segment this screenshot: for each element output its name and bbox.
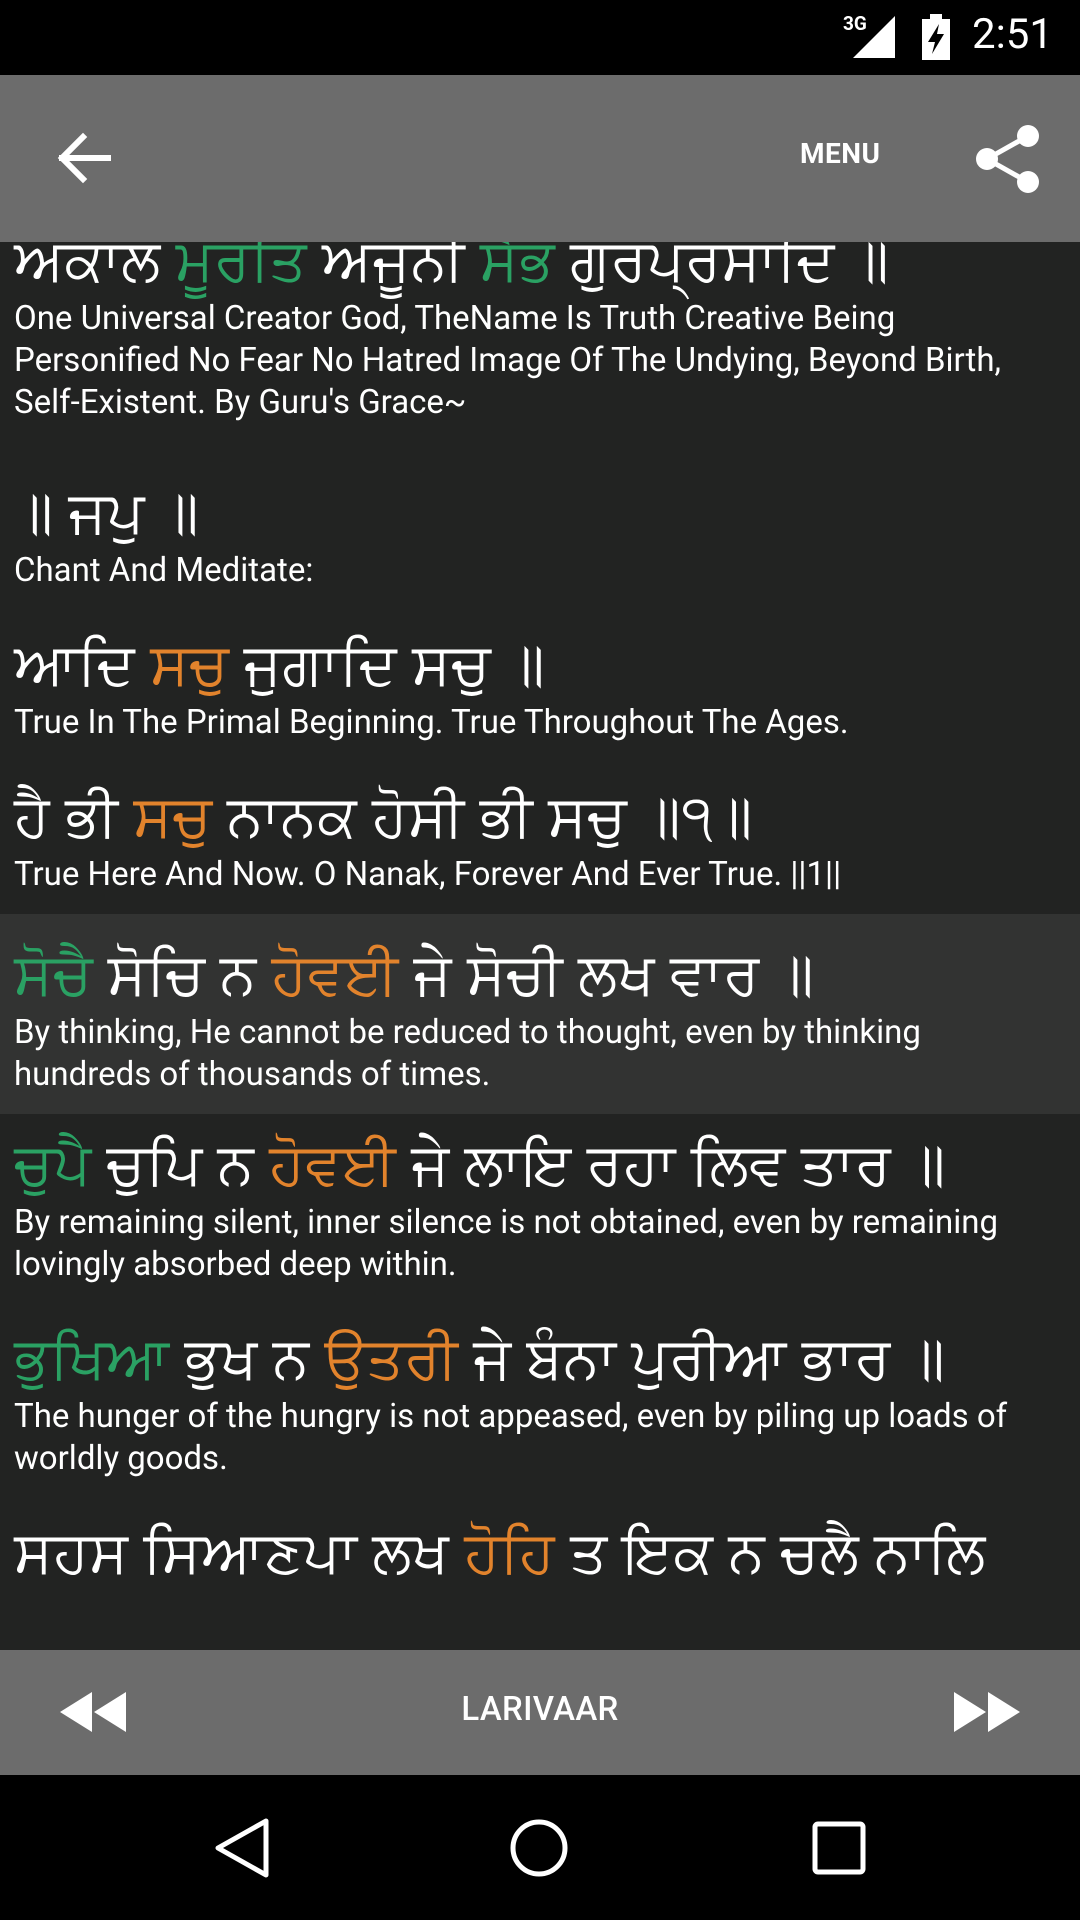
verse-item[interactable]: ਸਹਸ ਸਿਆਣਪਾ ਲਖ ਹੋਹਿ ਤ ਇਕ ਨ ਚਲੈ ਨਾਲਿ [0,1502,1080,1590]
gurmukhi-line: ਅਕਾਲ ਮੂਰਤਿ ਅਜੂਨੀ ਸੈਭੰ ਗੁਰਪ੍ਰਸਾਦਿ ॥ [14,242,1066,298]
translation-text: The hunger of the hungry is not appeased… [14,1397,1008,1478]
nav-home-icon[interactable] [506,1815,572,1881]
gurmukhi-word-green: ਮੂਰਤਿ [175,242,308,295]
larivaar-button[interactable]: LARIVAAR [0,1690,1080,1729]
translation-text: By thinking, He cannot be reduced to tho… [14,1013,921,1094]
gurmukhi-line: ਭੁਖਿਆ ਭੁਖ ਨ ਉਤਰੀ ਜੇ ਬੰਨਾ ਪੁਰੀਆ ਭਾਰ ॥ [14,1308,1066,1396]
gurmukhi-word: ਅਜੂਨੀ [307,242,480,295]
verse-item[interactable]: ਚੁਪੈ ਚੁਪਿ ਨ ਹੋਵਈ ਜੇ ਲਾਇ ਰਹਾ ਲਿਵ ਤਾਰ ॥ By … [0,1114,1080,1308]
gurmukhi-word: ਜੇ ਸੋਚੀ ਲਖ ਵਾਰ ॥ [398,941,815,1009]
gurmukhi-word: ਚੁਪਿ ਨ [91,1131,270,1199]
gurmukhi-line: ਚੁਪੈ ਚੁਪਿ ਨ ਹੋਵਈ ਜੇ ਲਾਇ ਰਹਾ ਲਿਵ ਤਾਰ ॥ [14,1114,1066,1202]
verse-item[interactable]: ਹੈ ਭੀ ਸਚੁ ਨਾਨਕ ਹੋਸੀ ਭੀ ਸਚੁ ॥੧॥ True Here … [0,766,1080,914]
system-nav-bar [0,1775,1080,1920]
nav-back-icon[interactable] [210,1815,276,1881]
gurmukhi-word: ਜੇ ਬੰਨਾ ਪੁਰੀਆ ਭਾਰ ॥ [458,1325,946,1393]
translation-text: Chant And Meditate: [14,551,314,590]
bani-content-list[interactable]: ਅਕਾਲ ਮੂਰਤਿ ਅਜੂਨੀ ਸੈਭੰ ਗੁਰਪ੍ਰਸਾਦਿ ॥ One Un… [0,242,1080,1650]
verse-item[interactable]: ॥ ਜਪੁ ॥ Chant And Meditate: [0,462,1080,614]
gurmukhi-line: ॥ ਜਪੁ ॥ [14,462,1066,550]
verse-item[interactable]: ਭੁਖਿਆ ਭੁਖ ਨ ਉਤਰੀ ਜੇ ਬੰਨਾ ਪੁਰੀਆ ਭਾਰ ॥ The … [0,1308,1080,1502]
translation-text: By remaining silent, inner silence is no… [14,1203,999,1284]
gurmukhi-word: ਭੁਖ ਨ [169,1325,325,1393]
arrow-left-icon[interactable] [50,123,120,193]
gurmukhi-word-orange: ਉਤਰੀ [324,1325,459,1393]
verse-item[interactable]: ਆਦਿ ਸਚੁ ਜੁਗਾਦਿ ਸਚੁ ॥ True In The Primal B… [0,614,1080,766]
gurmukhi-word: ਹੈ ਭੀ [14,783,134,851]
gurmukhi-line: ਸਹਸ ਸਿਆਣਪਾ ਲਖ ਹੋਹਿ ਤ ਇਕ ਨ ਚਲੈ ਨਾਲਿ [14,1502,1066,1590]
gurmukhi-word-green: ਸੋਚੈ [14,941,93,1009]
gurmukhi-word: ਅਕਾਲ [14,242,176,295]
gurmukhi-line: ਆਦਿ ਸਚੁ ਜੁਗਾਦਿ ਸਚੁ ॥ [14,614,1066,702]
gurmukhi-word-orange: ਹੋਵਈ [269,1131,397,1199]
gurmukhi-word-orange: ਸਚੁ [150,631,229,699]
signal-icon [853,16,895,58]
verse-item[interactable]: ਸੋਚੈ ਸੋਚਿ ਨ ਹੋਵਈ ਜੇ ਸੋਚੀ ਲਖ ਵਾਰ ॥ By thin… [0,914,1080,1114]
app-toolbar: MENU [0,75,1080,242]
gurmukhi-word: ਗੁਰਪ੍ਰਸਾਦਿ ॥ [554,242,890,295]
gurmukhi-word: ਤ ਇਕ ਨ ਚਲੈ ਨਾਲਿ [555,1519,986,1587]
gurmukhi-word-orange: ਸਚੁ [133,783,213,851]
gurmukhi-word-green: ਭੁਖਿਆ [14,1325,170,1393]
share-icon[interactable] [972,123,1044,195]
gurmukhi-line: ਹੈ ਭੀ ਸਚੁ ਨਾਨਕ ਹੋਸੀ ਭੀ ਸਚੁ ॥੧॥ [14,766,1066,854]
translation-text: True In The Primal Beginning. True Throu… [14,703,849,742]
gurmukhi-line: ਸੋਚੈ ਸੋਚਿ ਨ ਹੋਵਈ ਜੇ ਸੋਚੀ ਲਖ ਵਾਰ ॥ [14,924,1066,1012]
battery-charging-icon [922,14,950,60]
translation-text: One Universal Creator God, TheName Is Tr… [14,299,1002,422]
verse-item[interactable]: ਅਕਾਲ ਮੂਰਤਿ ਅਜੂਨੀ ਸੈਭੰ ਗੁਰਪ੍ਰਸਾਦਿ ॥ One Un… [0,242,1080,462]
gurmukhi-word: ਨਾਨਕ ਹੋਸੀ ਭੀ ਸਚੁ ॥੧॥ [212,783,753,851]
gurmukhi-word-green: ਚੁਪੈ [14,1131,92,1199]
gurmukhi-word-green: ਸੈਭੰ [479,242,555,295]
nav-recents-icon[interactable] [810,1819,868,1877]
menu-button[interactable]: MENU [800,137,880,170]
gurmukhi-word-orange: ਹੋਵਈ [271,941,399,1009]
gurmukhi-word: ਜੁਗਾਦਿ ਸਚੁ ॥ [228,631,546,699]
translation-text: True Here And Now. O Nanak, Forever And … [14,855,842,894]
clock: 2:51 [972,10,1053,59]
gurmukhi-word: ਆਦਿ [14,631,151,699]
bottom-toolbar: LARIVAAR [0,1650,1080,1775]
gurmukhi-word: ਸੋਚਿ ਨ [92,941,272,1009]
gurmukhi-word: ਸਹਸ ਸਿਆਣਪਾ ਲਖ [14,1519,465,1587]
gurmukhi-word-orange: ਹੋਹਿ [464,1519,556,1587]
fast-forward-icon[interactable] [952,1690,1022,1734]
gurmukhi-word: ਜੇ ਲਾਇ ਰਹਾ ਲਿਵ ਤਾਰ ॥ [396,1131,946,1199]
gurmukhi-word: ॥ ਜਪੁ ॥ [14,479,200,547]
status-bar: 3G 2:51 [0,0,1080,75]
